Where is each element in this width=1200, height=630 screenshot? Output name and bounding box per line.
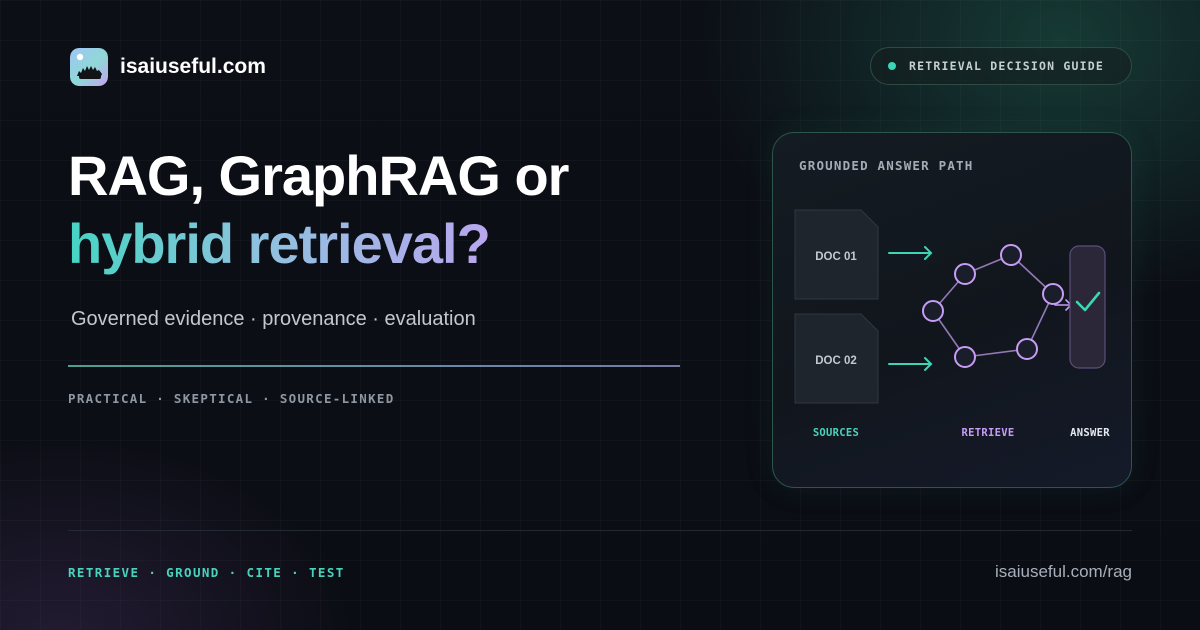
divider [68,365,680,367]
answer-path-card: GROUNDED ANSWER PATH DOC 01 DOC 02 SOURC… [772,132,1132,488]
guide-badge: RETRIEVAL DECISION GUIDE [870,47,1132,85]
answer-path-diagram: DOC 01 DOC 02 SOURCES RETRIEVE ANSWER [794,209,1110,439]
values-line: PRACTICAL · SKEPTICAL · SOURCE-LINKED [68,391,395,406]
title-line-2: hybrid retrieval? [68,210,491,278]
graph-node [1042,283,1064,305]
arrow-doc-01-icon [888,246,933,260]
graph-node [954,263,976,285]
status-dot-icon [888,62,896,70]
doc-01-label: DOC 01 [815,251,857,263]
graph-node [954,346,976,368]
footer-tagline: RETRIEVE · GROUND · CITE · TEST [68,565,345,580]
subtitle: Governed evidence · provenance · evaluat… [71,308,476,330]
arrow-doc-02-icon [888,357,933,371]
graph-node [1000,244,1022,266]
graph-node [1016,338,1038,360]
brand-name: isaiuseful.com [120,55,266,78]
doc-02-label: DOC 02 [815,355,857,367]
stage-answer: ANSWER [1070,427,1110,439]
hedgehog-logo-icon [70,48,108,86]
title-line-1: RAG, GraphRAG or [68,144,569,207]
brand[interactable]: isaiuseful.com [70,48,266,86]
footer-divider [68,530,1132,531]
stage-sources: SOURCES [813,427,859,439]
footer-url-link[interactable]: isaiuseful.com/rag [995,562,1132,582]
graph-node [922,300,944,322]
page-title: RAG, GraphRAG or hybrid retrieval? [68,142,569,278]
guide-badge-label: RETRIEVAL DECISION GUIDE [909,59,1104,73]
stage-retrieve: RETRIEVE [962,427,1015,439]
